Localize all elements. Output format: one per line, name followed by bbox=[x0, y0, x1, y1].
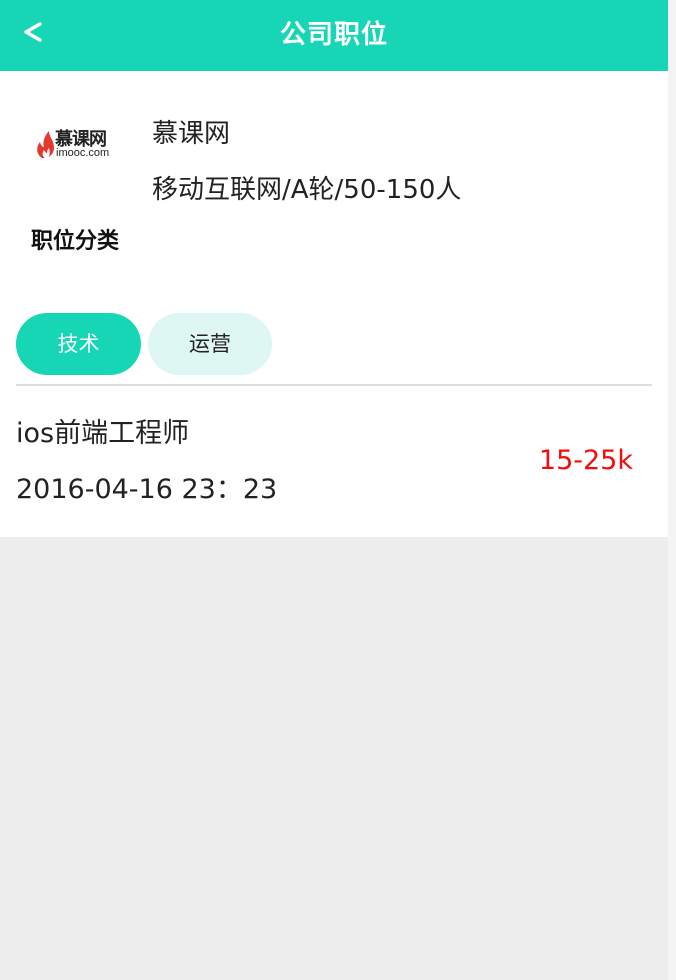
job-list-item[interactable]: ios前端工程师 2016-04-16 23：23 15-25k bbox=[0, 387, 668, 537]
top-nav-bar: 公司职位 bbox=[0, 0, 668, 71]
tab-operations[interactable]: 运营 bbox=[148, 313, 272, 375]
main-content: 慕课网 imooc.com 慕课网 移动互联网/A轮/50-150人 职位分类 … bbox=[0, 71, 668, 537]
tab-tech[interactable]: 技术 bbox=[16, 313, 141, 375]
job-salary: 15-25k bbox=[538, 445, 633, 476]
scrollbar[interactable] bbox=[668, 0, 676, 980]
logo-domain-text: imooc.com bbox=[56, 147, 109, 159]
page-title: 公司职位 bbox=[279, 20, 388, 50]
company-name: 慕课网 bbox=[152, 119, 231, 149]
app-screen: 公司职位 慕课网 imooc.com 慕课网 移动互联网/A轮/50-150人 … bbox=[0, 0, 668, 980]
section-label-job-category: 职位分类 bbox=[31, 229, 120, 254]
job-post-time: 2016-04-16 23：23 bbox=[16, 474, 278, 505]
company-info: 移动互联网/A轮/50-150人 bbox=[152, 175, 462, 205]
logo-brand-text: 慕课网 bbox=[55, 129, 106, 149]
flame-icon bbox=[37, 131, 54, 158]
divider bbox=[16, 384, 652, 386]
company-logo: 慕课网 imooc.com bbox=[37, 129, 109, 159]
job-title: ios前端工程师 bbox=[16, 418, 190, 449]
